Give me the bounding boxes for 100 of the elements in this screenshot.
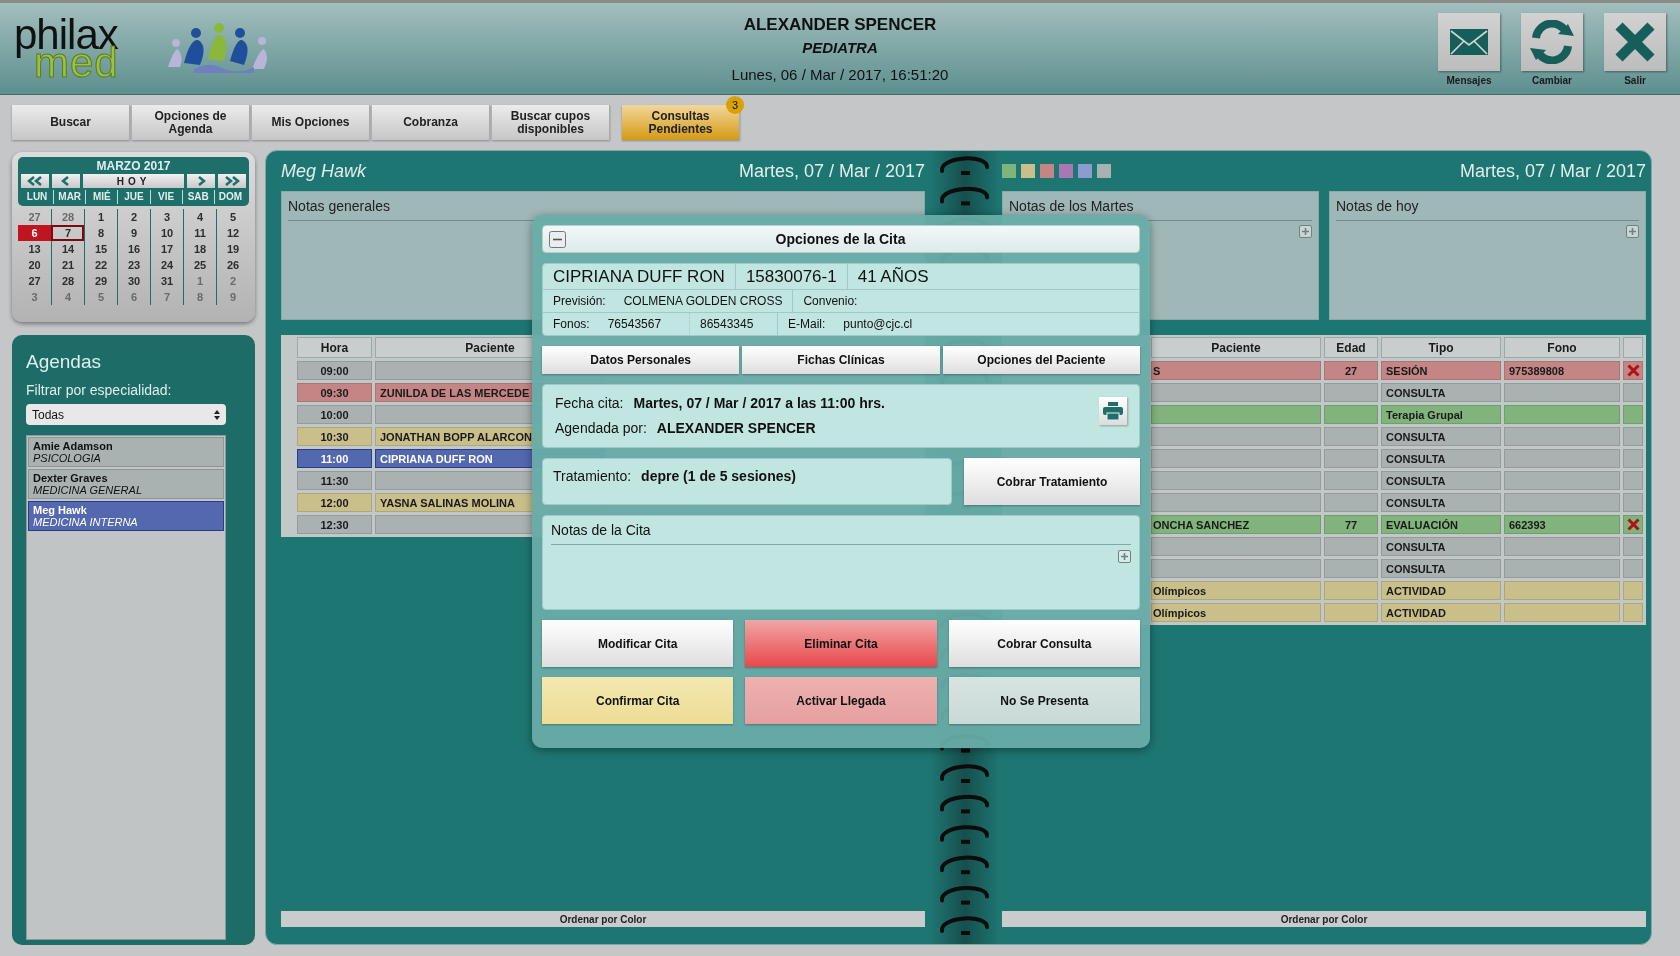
nav-button[interactable]: Opciones de Agenda bbox=[132, 105, 250, 140]
calendar-day[interactable]: 18 bbox=[183, 241, 216, 257]
next-year-button[interactable] bbox=[218, 174, 246, 188]
time-cell[interactable]: 09:30 bbox=[297, 383, 372, 402]
previous-year-button[interactable] bbox=[21, 174, 49, 188]
calendar-day[interactable]: 6 bbox=[18, 225, 51, 241]
appointment-action-button[interactable]: Activar Llegada bbox=[745, 677, 937, 724]
calendar-day[interactable]: 4 bbox=[183, 209, 216, 225]
nav-button[interactable]: Buscar cupos disponibles bbox=[492, 105, 610, 140]
time-cell[interactable]: 12:00 bbox=[297, 493, 372, 512]
patient-cell[interactable] bbox=[1151, 405, 1321, 424]
add-note-icon[interactable] bbox=[1626, 225, 1639, 238]
double-chevron-icon bbox=[224, 176, 240, 186]
date-time: Lunes, 06 / Mar / 2017, 16:51:20 bbox=[731, 65, 949, 83]
time-cell[interactable]: 09:00 bbox=[297, 361, 372, 380]
specialty-select[interactable]: Todas bbox=[26, 404, 226, 425]
color-swatch[interactable] bbox=[1040, 164, 1054, 178]
patient-cell[interactable] bbox=[1151, 383, 1321, 402]
calendar-day[interactable]: 24 bbox=[150, 257, 183, 273]
column-header: Edad bbox=[1324, 337, 1378, 358]
calendar-day[interactable]: 8 bbox=[84, 225, 117, 241]
time-cell[interactable]: 10:30 bbox=[297, 427, 372, 446]
calendar-day[interactable]: 10 bbox=[150, 225, 183, 241]
color-swatch[interactable] bbox=[1078, 164, 1092, 178]
calendar-day[interactable]: 17 bbox=[150, 241, 183, 257]
table-cell: CONSULTA bbox=[1381, 427, 1501, 446]
appointment-action-button[interactable]: Modificar Cita bbox=[542, 620, 734, 667]
calendar-day[interactable]: 11 bbox=[183, 225, 216, 241]
agenda-item[interactable]: Meg Hawk MEDICINA INTERNA bbox=[28, 501, 224, 531]
patient-cell[interactable]: Olímpicos bbox=[1151, 581, 1321, 600]
calendar-day[interactable]: 14 bbox=[51, 241, 84, 257]
patient-cell[interactable] bbox=[1151, 427, 1321, 446]
updown-caret-icon bbox=[214, 409, 220, 420]
appointment-action-button[interactable]: Eliminar Cita bbox=[745, 620, 937, 667]
calendar-day[interactable]: 30 bbox=[117, 273, 150, 289]
color-swatch[interactable] bbox=[1097, 164, 1111, 178]
time-cell[interactable]: 10:00 bbox=[297, 405, 372, 424]
patient-cell[interactable] bbox=[1151, 471, 1321, 490]
patient-cell[interactable]: ONCHA SANCHEZ bbox=[1151, 515, 1321, 534]
patient-action-button[interactable]: Fichas Clínicas bbox=[742, 346, 940, 374]
patient-action-button[interactable]: Opciones del Paciente bbox=[942, 346, 1140, 374]
calendar-day[interactable]: 7 bbox=[51, 225, 84, 241]
add-note-icon[interactable] bbox=[1118, 550, 1131, 563]
calendar-day[interactable]: 15 bbox=[84, 241, 117, 257]
patient-cell[interactable] bbox=[1151, 559, 1321, 578]
color-swatch[interactable] bbox=[1002, 164, 1016, 178]
calendar-day[interactable]: 12 bbox=[216, 225, 249, 241]
table-cell: CONSULTA bbox=[1381, 449, 1501, 468]
nav-button[interactable]: Cobranza bbox=[372, 105, 490, 140]
calendar-day[interactable]: 21 bbox=[51, 257, 84, 273]
collapse-icon[interactable] bbox=[549, 230, 566, 248]
nav-button[interactable]: Mis Opciones bbox=[252, 105, 370, 140]
page-date: Martes, 07 / Mar / 2017 bbox=[1459, 160, 1646, 182]
calendar-day[interactable]: 9 bbox=[117, 225, 150, 241]
calendar-day[interactable]: 26 bbox=[216, 257, 249, 273]
patient-cell[interactable] bbox=[1151, 493, 1321, 512]
time-cell[interactable]: 11:00 bbox=[297, 449, 372, 468]
calendar-day[interactable]: 22 bbox=[84, 257, 117, 273]
patient-cell[interactable]: S bbox=[1151, 361, 1321, 380]
patient-action-button[interactable]: Datos Personales bbox=[542, 346, 740, 374]
appointment-action-button[interactable]: Confirmar Cita bbox=[542, 677, 734, 724]
user-name: ALEXANDER SPENCER bbox=[743, 14, 937, 35]
agenda-item[interactable]: Dexter Graves MEDICINA GENERAL bbox=[28, 469, 224, 499]
add-note-icon[interactable] bbox=[1299, 225, 1312, 238]
calendar-day[interactable]: 23 bbox=[117, 257, 150, 273]
calendar-day[interactable]: 31 bbox=[150, 273, 183, 289]
calendar-day[interactable]: 3 bbox=[150, 209, 183, 225]
agenda-item[interactable]: Amie Adamson PSICOLOGIA bbox=[28, 437, 224, 467]
today-button[interactable]: HOY bbox=[83, 174, 184, 188]
patient-cell[interactable]: Olímpicos bbox=[1151, 603, 1321, 622]
patient-cell[interactable] bbox=[1151, 449, 1321, 468]
sort-button[interactable]: Ordenar por Color bbox=[1002, 911, 1646, 927]
appointment-action-button[interactable]: No Se Presenta bbox=[948, 677, 1140, 724]
calendar-day[interactable]: 19 bbox=[216, 241, 249, 257]
color-swatch[interactable] bbox=[1021, 164, 1035, 178]
appointment-action-button[interactable]: Cobrar Consulta bbox=[948, 620, 1140, 667]
column-header: Fono bbox=[1504, 337, 1620, 358]
calendar-day[interactable]: 28 bbox=[51, 273, 84, 289]
sort-button[interactable]: Ordenar por Color bbox=[281, 911, 925, 927]
calendar-day[interactable]: 25 bbox=[183, 257, 216, 273]
table-cell: CONSULTA bbox=[1381, 537, 1501, 556]
table-cell: Terapia Grupal bbox=[1381, 405, 1501, 424]
time-cell[interactable]: 12:30 bbox=[297, 515, 372, 534]
time-cell[interactable]: 11:30 bbox=[297, 471, 372, 490]
nav-button[interactable]: Buscar bbox=[12, 105, 130, 140]
color-swatch[interactable] bbox=[1059, 164, 1073, 178]
print-button[interactable] bbox=[1099, 397, 1127, 425]
calendar-day[interactable]: 27 bbox=[18, 273, 51, 289]
patient-cell[interactable] bbox=[1151, 537, 1321, 556]
charge-treatment-button[interactable]: Cobrar Tratamiento bbox=[964, 458, 1140, 505]
field-value: depre (1 de 5 sesiones) bbox=[641, 468, 796, 486]
calendar-day[interactable]: 1 bbox=[84, 209, 117, 225]
previous-month-button[interactable] bbox=[52, 174, 80, 188]
calendar-day[interactable]: 2 bbox=[117, 209, 150, 225]
calendar-day[interactable]: 5 bbox=[216, 209, 249, 225]
calendar-day[interactable]: 16 bbox=[117, 241, 150, 257]
calendar-day[interactable]: 20 bbox=[18, 257, 51, 273]
calendar-day[interactable]: 29 bbox=[84, 273, 117, 289]
next-month-button[interactable] bbox=[187, 174, 215, 188]
calendar-day[interactable]: 13 bbox=[18, 241, 51, 257]
